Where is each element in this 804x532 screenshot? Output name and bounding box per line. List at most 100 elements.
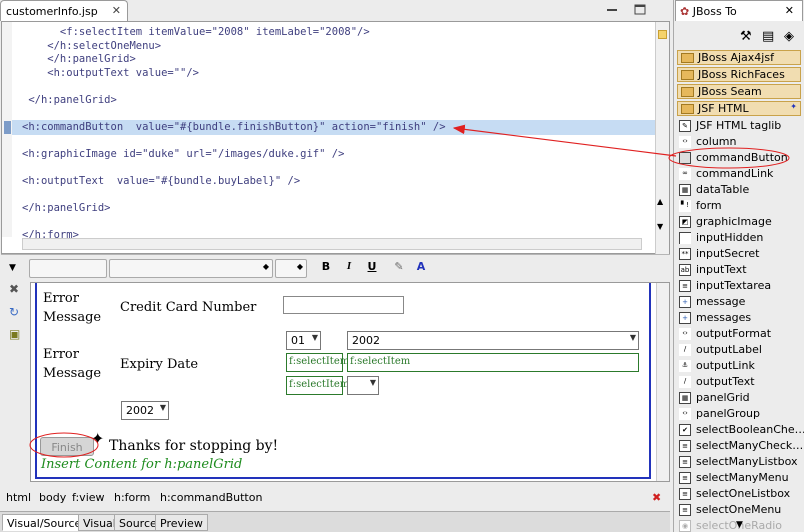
pin-icon[interactable]: ✦ <box>790 102 797 111</box>
month-select[interactable]: 01 ▼ <box>286 331 321 350</box>
breadcrumb-item[interactable]: h:commandButton <box>160 491 262 504</box>
item-label: commandLink <box>696 167 774 180</box>
palette-item-commandbutton[interactable]: commandButton <box>678 151 804 167</box>
palette-item-selectmanylistbox[interactable]: ≡ selectManyListbox <box>678 455 804 471</box>
credit-card-input[interactable] <box>283 296 404 314</box>
tools-icon[interactable]: ✖ <box>9 282 23 296</box>
list-icon: ≡ <box>679 488 691 500</box>
year2-select[interactable]: 2002 ▼ <box>121 401 169 420</box>
palette-item-panelgrid[interactable]: ▦ panelGrid <box>678 391 804 407</box>
breadcrumb-item[interactable]: f:view <box>72 491 105 504</box>
palette-item-commandlink[interactable]: ∞ commandLink <box>678 167 804 183</box>
group-label: JBoss Ajax4jsf <box>698 51 774 64</box>
visual-editor[interactable]: Error Message Credit Card Number Error M… <box>30 282 670 482</box>
year-value: 2002 <box>352 334 380 347</box>
palette-item-messages[interactable]: + messages <box>678 311 804 327</box>
pen-icon: / <box>679 376 691 388</box>
resources-icon[interactable]: ▣ <box>9 327 23 341</box>
select-item-b[interactable]: f:selectItem <box>347 353 639 372</box>
font-family-select[interactable]: ◆ <box>109 259 273 278</box>
finish-button[interactable]: Finish <box>40 437 94 456</box>
table-icon: ▦ <box>679 184 691 196</box>
palette-editor-icon[interactable]: ⚒ <box>740 29 752 44</box>
source-horizontal-scrollbar[interactable] <box>22 238 642 250</box>
year-select[interactable]: 2002 ▼ <box>347 331 639 350</box>
link-icon: ∞ <box>679 168 691 180</box>
select-item-c[interactable]: f:selectItem <box>286 376 349 395</box>
duke-image-icon: ✦ <box>91 429 105 448</box>
group-jboss-seam[interactable]: JBoss Seam <box>677 84 801 99</box>
breadcrumb-item[interactable]: h:form <box>114 491 150 504</box>
underline-button[interactable]: U <box>363 260 381 277</box>
font-size-select[interactable]: ◆ <box>275 259 307 278</box>
button-icon <box>679 152 691 164</box>
bold-button[interactable]: B <box>317 260 335 277</box>
palette-item-datatable[interactable]: ▦ dataTable <box>678 183 804 199</box>
tab-preview[interactable]: Preview <box>155 514 208 531</box>
chevron-down-icon[interactable]: ▼ <box>9 263 16 273</box>
group-jboss-ajax4jsf[interactable]: JBoss Ajax4jsf <box>677 50 801 65</box>
close-icon[interactable]: ✕ <box>785 4 794 17</box>
form-icon: ▘! <box>679 200 691 212</box>
overview-marker-icon <box>658 30 667 39</box>
item-label: inputSecret <box>696 247 760 260</box>
palette-item-selectbooleancheckbox[interactable]: ✔ selectBooleanChe… <box>678 423 804 439</box>
font-color-icon[interactable]: A <box>412 260 430 277</box>
image-icon: ◩ <box>679 216 691 228</box>
item-label: inputHidden <box>696 231 764 244</box>
palette-item-selectonemenu[interactable]: ≡ selectOneMenu <box>678 503 804 519</box>
source-code[interactable]: <f:selectItem itemValue="2008" itemLabel… <box>22 26 446 242</box>
source-editor[interactable]: <f:selectItem itemValue="2008" itemLabel… <box>1 21 670 254</box>
background-color-icon[interactable]: ✎ <box>390 260 408 277</box>
scroll-down-icon[interactable]: ▼ <box>657 222 668 231</box>
italic-button[interactable]: I <box>340 260 358 277</box>
scroll-up-icon[interactable]: ▲ <box>657 197 668 206</box>
select-item-a[interactable]: f:selectItem <box>286 353 349 372</box>
palette-item-form[interactable]: ▘! form <box>678 199 804 215</box>
breadcrumb-item[interactable]: html <box>6 491 31 504</box>
editor-tab[interactable]: customerInfo.jsp ✕ <box>0 0 128 21</box>
palette-item-message[interactable]: + message <box>678 295 804 311</box>
list-icon: ≡ <box>679 472 691 484</box>
visual-vertical-scrollbar[interactable] <box>656 283 669 481</box>
palette-item-outputlink[interactable]: ⚓ outputLink <box>678 359 804 375</box>
source-vertical-scrollbar[interactable]: ▲ ▼ <box>655 22 669 254</box>
message-icon: + <box>679 296 691 308</box>
empty-select[interactable]: ▼ <box>347 376 379 395</box>
style-select[interactable] <box>29 259 107 278</box>
palette-item-column[interactable]: ‹› column <box>678 135 804 151</box>
palette-item-selectonelistbox[interactable]: ≡ selectOneListbox <box>678 487 804 503</box>
palette-item-inputtext[interactable]: ab inputText <box>678 263 804 279</box>
palette-item-jsf-html-taglib[interactable]: ✎ JSF HTML taglib <box>678 119 804 135</box>
scroll-down-icon[interactable]: ▼ <box>736 520 743 530</box>
palette-item-outputlabel[interactable]: / outputLabel <box>678 343 804 359</box>
list-icon: ≡ <box>679 456 691 468</box>
palette-item-panelgroup[interactable]: ‹› panelGroup <box>678 407 804 423</box>
item-label: panelGrid <box>696 391 750 404</box>
breadcrumb-item[interactable]: body <box>39 491 66 504</box>
visual-toolbar: ▼ ◆ ◆ B I U ✎ A <box>1 255 670 282</box>
palette-tab[interactable]: ✿ JBoss To ✕ <box>675 0 803 21</box>
palette-item-graphicimage[interactable]: ◩ graphicImage <box>678 215 804 231</box>
tab-visual-source[interactable]: Visual/Source <box>2 514 87 531</box>
editor-window-controls[interactable] <box>605 3 665 20</box>
close-icon[interactable]: ✕ <box>112 4 121 17</box>
month-value: 01 <box>291 334 305 347</box>
group-jsf-html[interactable]: JSF HTML ✦ <box>677 101 801 116</box>
palette-item-selectmanycheckbox[interactable]: ≡ selectManyCheck… <box>678 439 804 455</box>
palette-item-outputtext[interactable]: / outputText <box>678 375 804 391</box>
insert-content-hint: Insert Content for h:panelGrid <box>41 457 243 472</box>
palette-item-outputformat[interactable]: ‹› outputFormat <box>678 327 804 343</box>
palette-item-inputsecret[interactable]: ** inputSecret <box>678 247 804 263</box>
refresh-icon[interactable]: ↻ <box>9 305 23 319</box>
group-label: JBoss RichFaces <box>698 68 785 81</box>
delete-icon[interactable]: ✖ <box>652 491 661 504</box>
folder-icon <box>681 87 694 97</box>
palette-item-selectmanymenu[interactable]: ≡ selectManyMenu <box>678 471 804 487</box>
show-hide-icon[interactable]: ◈ <box>784 29 794 44</box>
palette-item-inputtextarea[interactable]: ≡ inputTextarea <box>678 279 804 295</box>
group-jboss-richfaces[interactable]: JBoss RichFaces <box>677 67 801 82</box>
import-icon[interactable]: ▤ <box>762 29 774 44</box>
item-label: outputText <box>696 375 755 388</box>
palette-item-inputhidden[interactable]: inputHidden <box>678 231 804 247</box>
